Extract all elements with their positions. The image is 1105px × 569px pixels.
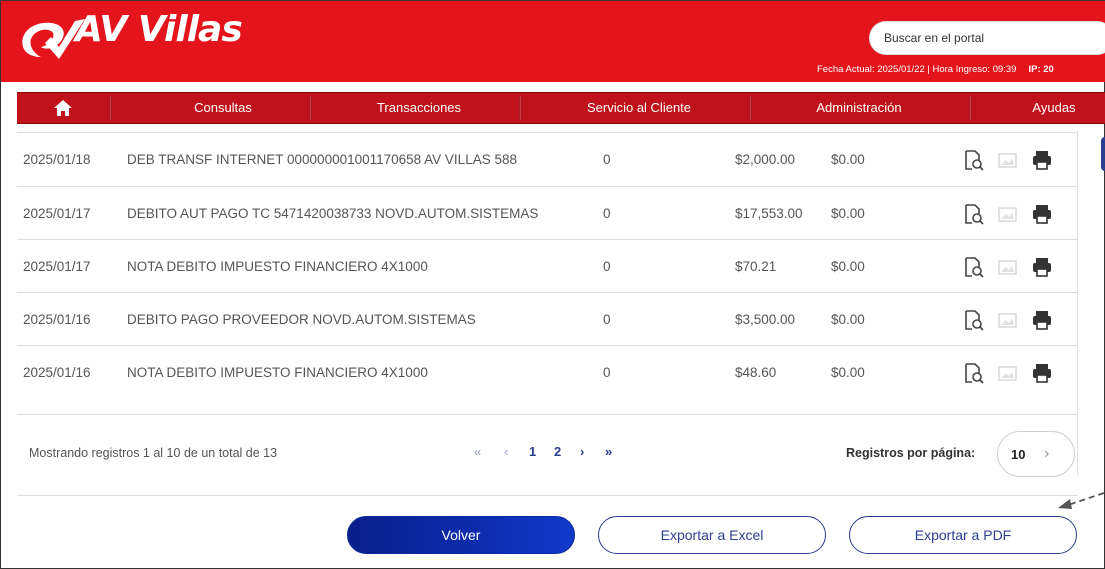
row-reference: 0: [603, 206, 611, 221]
nav-separator: [749, 96, 752, 120]
row-date: 2025/01/16: [23, 312, 91, 327]
row-reference: 0: [603, 259, 611, 274]
print-icon[interactable]: [1031, 256, 1053, 278]
nav-separator: [309, 96, 312, 120]
document-search-icon[interactable]: [963, 256, 985, 278]
per-page-value: 10: [1011, 447, 1026, 462]
row-description: DEB TRANSF INTERNET 000000001001170658 A…: [127, 152, 517, 167]
table-row: 2025/01/16 NOTA DEBITO IMPUESTO FINANCIE…: [17, 346, 1077, 399]
table-row: 2025/01/17 NOTA DEBITO IMPUESTO FINANCIE…: [17, 240, 1077, 293]
row-debit: $2,000.00: [735, 152, 796, 167]
print-icon[interactable]: [1031, 149, 1053, 171]
prev-page-button[interactable]: ‹: [504, 444, 508, 459]
nav-item-consultas[interactable]: Consultas: [133, 93, 313, 123]
image-icon[interactable]: [997, 256, 1019, 278]
print-icon[interactable]: [1031, 362, 1053, 384]
row-reference: 0: [603, 312, 611, 327]
page-1-button[interactable]: 1: [529, 444, 536, 459]
row-date: 2025/01/17: [23, 206, 91, 221]
nav-item-ayudas[interactable]: Ayudas: [1009, 93, 1099, 123]
row-credit: $0.00: [831, 365, 865, 380]
table-row: 2025/01/18 DEB TRANSF INTERNET 000000001…: [17, 133, 1077, 186]
document-search-icon[interactable]: [963, 309, 985, 331]
main-nav: Consultas Transacciones Servicio al Clie…: [17, 92, 1105, 124]
document-search-icon[interactable]: [963, 149, 985, 171]
brand-name: AV Villas: [75, 9, 243, 50]
page-2-button[interactable]: 2: [554, 444, 561, 459]
ip-text: IP: 20: [1028, 64, 1054, 75]
document-search-icon[interactable]: [963, 203, 985, 225]
per-page-label: Registros por página:: [846, 446, 976, 460]
back-button[interactable]: Volver: [347, 516, 575, 554]
print-icon[interactable]: [1031, 203, 1053, 225]
row-debit: $70.21: [735, 259, 777, 274]
row-description: DEBITO PAGO PROVEEDOR NOVD.AUTOM.SISTEMA…: [127, 312, 476, 327]
per-page-select[interactable]: 10 ›: [997, 431, 1075, 477]
nav-item-administracion[interactable]: Administración: [769, 93, 949, 123]
document-search-icon[interactable]: [963, 362, 985, 384]
print-icon[interactable]: [1031, 309, 1053, 331]
card-border: [1077, 131, 1078, 476]
footer-divider: [17, 495, 1078, 496]
row-credit: $0.00: [831, 312, 865, 327]
nav-separator: [519, 96, 522, 120]
first-page-button[interactable]: «: [474, 444, 481, 459]
side-tab[interactable]: [1101, 137, 1105, 171]
home-icon[interactable]: [53, 99, 73, 117]
last-page-button[interactable]: »: [605, 444, 612, 459]
nav-item-transacciones[interactable]: Transacciones: [329, 93, 509, 123]
nav-item-servicio-cliente[interactable]: Servicio al Cliente: [539, 93, 739, 123]
row-reference: 0: [603, 152, 611, 167]
export-excel-button[interactable]: Exportar a Excel: [598, 516, 826, 554]
row-date: 2025/01/17: [23, 259, 91, 274]
annotation-arrow-icon: [1058, 492, 1105, 509]
table-row: 2025/01/16 DEBITO PAGO PROVEEDOR NOVD.AU…: [17, 293, 1077, 346]
row-credit: $0.00: [831, 259, 865, 274]
row-date: 2025/01/16: [23, 365, 91, 380]
image-icon[interactable]: [997, 309, 1019, 331]
image-icon[interactable]: [997, 362, 1019, 384]
nav-separator: [109, 96, 112, 120]
header-bar: AV Villas Fecha Actual: 2025/01/22 | Hor…: [1, 1, 1105, 82]
row-date: 2025/01/18: [23, 152, 91, 167]
export-pdf-button[interactable]: Exportar a PDF: [849, 516, 1077, 554]
row-description: DEBITO AUT PAGO TC 5471420038733 NOVD.AU…: [127, 206, 539, 221]
records-info: Mostrando registros 1 al 10 de un total …: [29, 446, 278, 460]
next-page-button[interactable]: ›: [580, 444, 584, 459]
row-debit: $48.60: [735, 365, 777, 380]
chevron-right-icon: ›: [1044, 445, 1050, 462]
search-input[interactable]: [884, 31, 1094, 45]
row-divider: [17, 414, 1078, 415]
row-debit: $17,553.00: [735, 206, 803, 221]
image-icon[interactable]: [997, 149, 1019, 171]
row-credit: $0.00: [831, 206, 865, 221]
row-description: NOTA DEBITO IMPUESTO FINANCIERO 4X1000: [127, 259, 428, 274]
pagination-bar: Mostrando registros 1 al 10 de un total …: [17, 429, 1077, 479]
image-icon[interactable]: [997, 203, 1019, 225]
session-info: Fecha Actual: 2025/01/22 | Hora Ingreso:…: [817, 64, 1054, 75]
search-box[interactable]: [869, 21, 1105, 55]
table-row: 2025/01/17 DEBITO AUT PAGO TC 5471420038…: [17, 187, 1077, 240]
row-debit: $3,500.00: [735, 312, 796, 327]
row-description: NOTA DEBITO IMPUESTO FINANCIERO 4X1000: [127, 365, 428, 380]
row-reference: 0: [603, 365, 611, 380]
date-time-text: Fecha Actual: 2025/01/22 | Hora Ingreso:…: [817, 64, 1017, 75]
row-credit: $0.00: [831, 152, 865, 167]
nav-separator: [969, 96, 972, 120]
